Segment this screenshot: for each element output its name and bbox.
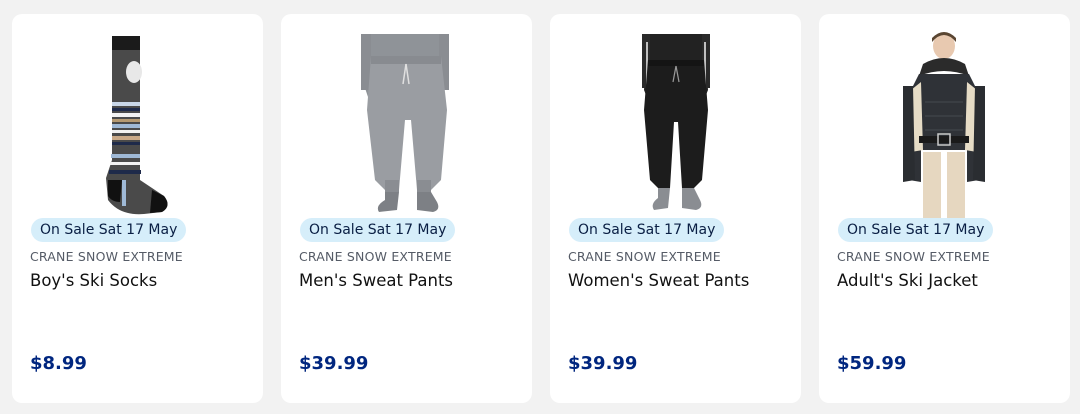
sale-date-badge: On Sale Sat 17 May	[838, 218, 994, 242]
product-card[interactable]: On Sale Sat 17 May CRANE SNOW EXTREME Me…	[281, 14, 532, 403]
ski-jacket-image[interactable]	[819, 30, 1070, 220]
product-price: $59.99	[837, 353, 907, 374]
product-grid: On Sale Sat 17 May CRANE SNOW EXTREME Bo…	[0, 0, 1080, 414]
sale-date-badge: On Sale Sat 17 May	[300, 218, 456, 242]
product-title[interactable]: Women's Sweat Pants	[568, 271, 749, 290]
product-brand: CRANE SNOW EXTREME	[837, 249, 990, 264]
product-brand: CRANE SNOW EXTREME	[299, 249, 452, 264]
product-card[interactable]: On Sale Sat 17 May CRANE SNOW EXTREME Wo…	[550, 14, 801, 403]
product-title[interactable]: Boy's Ski Socks	[30, 271, 157, 290]
ski-socks-image[interactable]	[12, 30, 263, 220]
product-title[interactable]: Men's Sweat Pants	[299, 271, 453, 290]
sale-date-badge: On Sale Sat 17 May	[31, 218, 187, 242]
product-price: $39.99	[299, 353, 369, 374]
product-brand: CRANE SNOW EXTREME	[30, 249, 183, 264]
sale-date-badge: On Sale Sat 17 May	[569, 218, 725, 242]
black-sweat-pants-image[interactable]	[550, 30, 801, 220]
product-card[interactable]: On Sale Sat 17 May CRANE SNOW EXTREME Bo…	[12, 14, 263, 403]
grey-sweat-pants-image[interactable]	[281, 30, 532, 220]
product-title[interactable]: Adult's Ski Jacket	[837, 271, 978, 290]
product-price: $8.99	[30, 353, 87, 374]
product-card[interactable]: On Sale Sat 17 May CRANE SNOW EXTREME Ad…	[819, 14, 1070, 403]
product-price: $39.99	[568, 353, 638, 374]
product-brand: CRANE SNOW EXTREME	[568, 249, 721, 264]
